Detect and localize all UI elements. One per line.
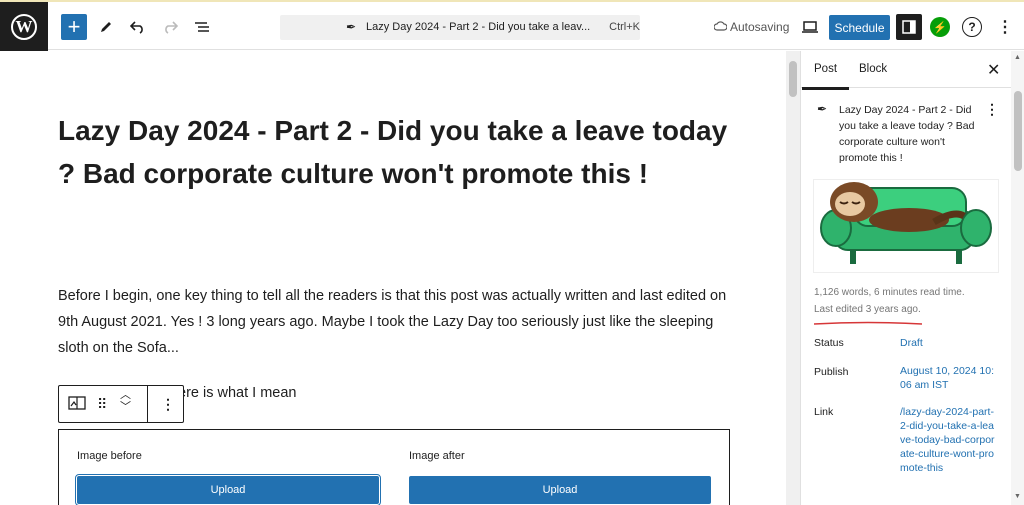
post-actions-icon[interactable]: ⋮	[985, 101, 999, 118]
more-vertical-icon: ⋮	[997, 19, 1013, 36]
block-options-icon[interactable]: ⋮	[161, 396, 175, 413]
help-button[interactable]: ?	[962, 17, 982, 37]
list-view-icon	[195, 22, 209, 32]
move-up-down-icon[interactable]: ︿ ﹀	[120, 389, 131, 413]
undo-icon	[130, 21, 143, 34]
redo-icon	[165, 21, 178, 34]
options-menu-button[interactable]: ⋮	[992, 14, 1018, 40]
settings-sidebar: Post Block ✕ ✒ Lazy Day 2024 - Part 2 - …	[800, 51, 1024, 505]
editor-canvas: Lazy Day 2024 - Part 2 - Did you take a …	[0, 51, 786, 505]
close-sidebar-icon[interactable]: ✕	[987, 60, 1000, 80]
red-underline-annotation	[814, 321, 922, 325]
sloth-on-sofa-image	[820, 182, 992, 264]
upload-before-button[interactable]: Upload	[75, 474, 381, 505]
word-count-stats: 1,126 words, 6 minutes read time.	[814, 287, 965, 298]
cloud-icon	[714, 21, 727, 31]
sidebar-scrollbar[interactable]: ▲ ▼	[1011, 51, 1024, 505]
sidebar-post-title: Lazy Day 2024 - Part 2 - Did you take a …	[839, 104, 975, 164]
schedule-button[interactable]: Schedule	[829, 15, 890, 40]
wordpress-icon: W	[11, 14, 37, 40]
editor-scroll-thumb[interactable]	[789, 61, 797, 97]
post-feather-icon: ✒	[817, 102, 828, 116]
desktop-icon	[802, 21, 818, 33]
sidebar-tabs: Post Block ✕	[801, 51, 1011, 90]
autosave-status: Autosaving	[730, 20, 790, 34]
image-after-label: Image after	[409, 450, 465, 462]
preview-device-button[interactable]	[797, 14, 823, 40]
undo-button[interactable]	[125, 14, 151, 40]
tab-block[interactable]: Block	[859, 63, 887, 75]
sidebar-icon	[902, 20, 916, 34]
publish-date-value[interactable]: August 10, 2024 10:06 am IST	[900, 364, 996, 392]
status-value[interactable]: Draft	[900, 336, 996, 350]
add-block-button[interactable]: +	[61, 14, 87, 40]
jetpack-button[interactable]: ⚡	[930, 17, 950, 37]
block-toolbar: ⠿ ︿ ﹀ ⋮	[58, 385, 184, 423]
permalink-value[interactable]: /lazy-day-2024-part-2-did-you-take-a-lea…	[900, 405, 996, 475]
image-compare-block[interactable]: Image before Image after Upload Upload	[58, 429, 730, 505]
link-label: Link	[814, 406, 834, 418]
publish-label: Publish	[814, 366, 849, 378]
scroll-up-arrow-icon[interactable]: ▲	[1014, 54, 1021, 61]
paragraph-block-partial[interactable]: ere is what I mean	[178, 385, 296, 401]
last-edited-text: Last edited 3 years ago.	[814, 304, 921, 315]
tools-pencil-button[interactable]	[93, 14, 119, 40]
redo-button[interactable]	[157, 14, 183, 40]
command-palette-bar[interactable]: ✒ Lazy Day 2024 - Part 2 - Did you take …	[280, 15, 640, 40]
toolbar-divider	[147, 386, 148, 422]
feather-icon: ✒	[346, 20, 357, 34]
post-title[interactable]: Lazy Day 2024 - Part 2 - Did you take a …	[58, 109, 748, 195]
editor-top-toolbar: W + ✒ Lazy Day 2024 - Part 2 - Did you t…	[0, 0, 1024, 52]
editor-scrollbar[interactable]	[786, 51, 800, 505]
image-before-label: Image before	[77, 450, 142, 462]
command-post-title: Lazy Day 2024 - Part 2 - Did you take a …	[366, 21, 591, 33]
image-compare-block-icon[interactable]	[68, 396, 86, 413]
status-label: Status	[814, 337, 844, 349]
wordpress-logo-button[interactable]: W	[0, 2, 48, 52]
jetpack-icon: ⚡	[933, 21, 947, 34]
sidebar-scroll-thumb[interactable]	[1014, 91, 1022, 171]
featured-image[interactable]	[813, 179, 999, 273]
paragraph-block[interactable]: Before I begin, one key thing to tell al…	[58, 283, 738, 361]
drag-handle-icon[interactable]: ⠿	[97, 396, 107, 413]
upload-after-button[interactable]: Upload	[409, 476, 711, 504]
scroll-down-arrow-icon[interactable]: ▼	[1014, 493, 1021, 500]
document-overview-button[interactable]	[189, 14, 215, 40]
pencil-icon	[101, 22, 111, 32]
settings-toggle-button[interactable]	[896, 14, 922, 40]
tab-post[interactable]: Post	[801, 63, 850, 90]
command-shortcut: Ctrl+K	[609, 21, 640, 33]
